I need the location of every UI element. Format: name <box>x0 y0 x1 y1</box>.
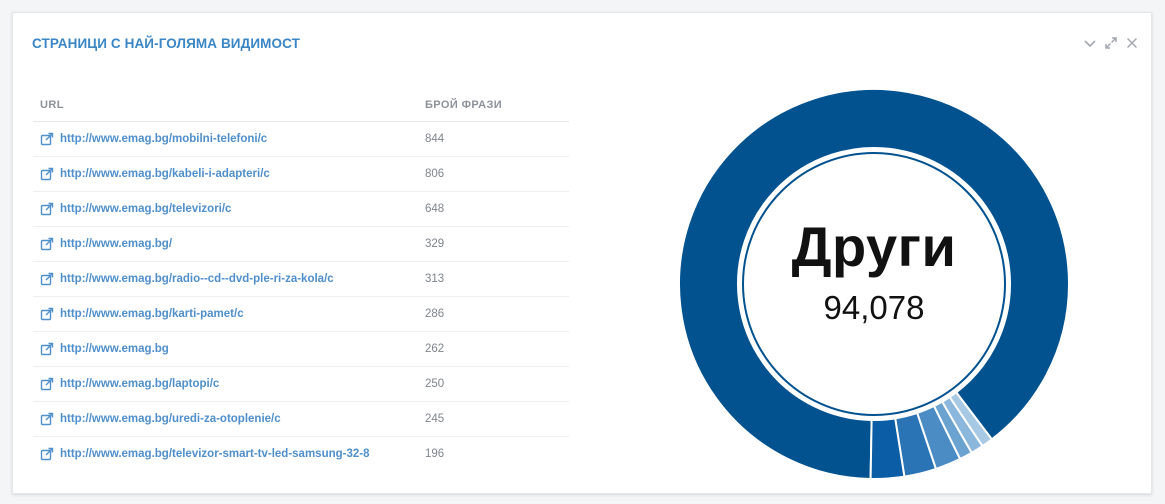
count-cell: 806 <box>425 168 445 180</box>
column-header-count: БРОЙ ФРАЗИ <box>425 98 503 111</box>
table-row: http://www.emag.bg/uredi-za-otoplenie/c 2… <box>33 402 569 437</box>
table-row: http://www.emag.bg/mobilni-telefoni/c 844 <box>33 122 569 157</box>
donut-svg <box>679 89 1069 479</box>
url-link[interactable]: http://www.emag.bg/ <box>60 238 172 250</box>
table-header: URL БРОЙ ФРАЗИ <box>33 88 569 122</box>
url-link[interactable]: http://www.emag.bg/radio--cd--dvd-ple-ri… <box>60 273 334 285</box>
url-link[interactable]: http://www.emag.bg/uredi-za-otoplenie/c <box>60 413 281 425</box>
url-cell: http://www.emag.bg/radio--cd--dvd-ple-ri… <box>33 272 418 286</box>
url-cell: http://www.emag.bg/televizori/c <box>33 202 418 216</box>
external-link-icon[interactable] <box>40 307 54 321</box>
table-body: http://www.emag.bg/mobilni-telefoni/c 844… <box>33 122 569 471</box>
donut-center-value: 94,078 <box>823 289 925 326</box>
table-row: http://www.emag.bg/televizor-smart-tv-le… <box>33 437 569 471</box>
external-link-icon[interactable] <box>40 342 54 356</box>
column-header-url: URL <box>40 98 64 111</box>
count-cell: 250 <box>425 378 445 390</box>
count-cell: 262 <box>425 343 445 355</box>
url-cell: http://www.emag.bg/mobilni-telefoni/c <box>33 132 418 146</box>
pages-table: URL БРОЙ ФРАЗИ http://www.emag.bg/mobiln… <box>33 88 569 471</box>
url-link[interactable]: http://www.emag.bg/karti-pamet/c <box>60 308 244 320</box>
count-cell: 648 <box>425 203 445 215</box>
external-link-icon[interactable] <box>40 377 54 391</box>
expand-icon[interactable] <box>1104 36 1118 50</box>
url-cell: http://www.emag.bg/televizor-smart-tv-le… <box>33 447 418 461</box>
panel-toolbar <box>1083 36 1139 50</box>
url-link[interactable]: http://www.emag.bg/laptopi/c <box>60 378 219 390</box>
url-cell: http://www.emag.bg/karti-pamet/c <box>33 307 418 321</box>
external-link-icon[interactable] <box>40 412 54 426</box>
count-cell: 844 <box>425 133 445 145</box>
external-link-icon[interactable] <box>40 272 54 286</box>
count-cell: 245 <box>425 413 445 425</box>
chevron-down-icon[interactable] <box>1083 36 1097 50</box>
external-link-icon[interactable] <box>40 202 54 216</box>
external-link-icon[interactable] <box>40 447 54 461</box>
visibility-panel: СТРАНИЦИ С НАЙ-ГОЛЯМА ВИДИМОСТ URL БРОЙ … <box>12 12 1152 494</box>
count-cell: 196 <box>425 448 445 460</box>
count-cell: 329 <box>425 238 445 250</box>
external-link-icon[interactable] <box>40 132 54 146</box>
panel-title: СТРАНИЦИ С НАЙ-ГОЛЯМА ВИДИМОСТ <box>32 36 300 51</box>
url-link[interactable]: http://www.emag.bg/kabeli-i-adapteri/c <box>60 168 270 180</box>
url-cell: http://www.emag.bg/laptopi/c <box>33 377 418 391</box>
count-cell: 313 <box>425 273 445 285</box>
url-cell: http://www.emag.bg/kabeli-i-adapteri/c <box>33 167 418 181</box>
url-link[interactable]: http://www.emag.bg/mobilni-telefoni/c <box>60 133 267 145</box>
donut-chart: Други 94,078 <box>679 89 1069 479</box>
url-link[interactable]: http://www.emag.bg/televizori/c <box>60 203 231 215</box>
table-row: http://www.emag.bg/kabeli-i-adapteri/c 80… <box>33 157 569 192</box>
url-cell: http://www.emag.bg <box>33 342 418 356</box>
donut-inner-ring <box>742 152 1006 416</box>
table-row: http://www.emag.bg 262 <box>33 332 569 367</box>
count-cell: 286 <box>425 308 445 320</box>
table-row: http://www.emag.bg/329 <box>33 227 569 262</box>
table-row: http://www.emag.bg/radio--cd--dvd-ple-ri… <box>33 262 569 297</box>
table-row: http://www.emag.bg/karti-pamet/c 286 <box>33 297 569 332</box>
url-link[interactable]: http://www.emag.bg <box>60 343 169 355</box>
url-link[interactable]: http://www.emag.bg/televizor-smart-tv-le… <box>60 448 369 460</box>
external-link-icon[interactable] <box>40 237 54 251</box>
table-row: http://www.emag.bg/televizori/c 648 <box>33 192 569 227</box>
url-cell: http://www.emag.bg/ <box>33 237 418 251</box>
donut-center-label: Други <box>791 215 957 278</box>
close-icon[interactable] <box>1125 36 1139 50</box>
external-link-icon[interactable] <box>40 167 54 181</box>
url-cell: http://www.emag.bg/uredi-za-otoplenie/c <box>33 412 418 426</box>
table-row: http://www.emag.bg/laptopi/c 250 <box>33 367 569 402</box>
